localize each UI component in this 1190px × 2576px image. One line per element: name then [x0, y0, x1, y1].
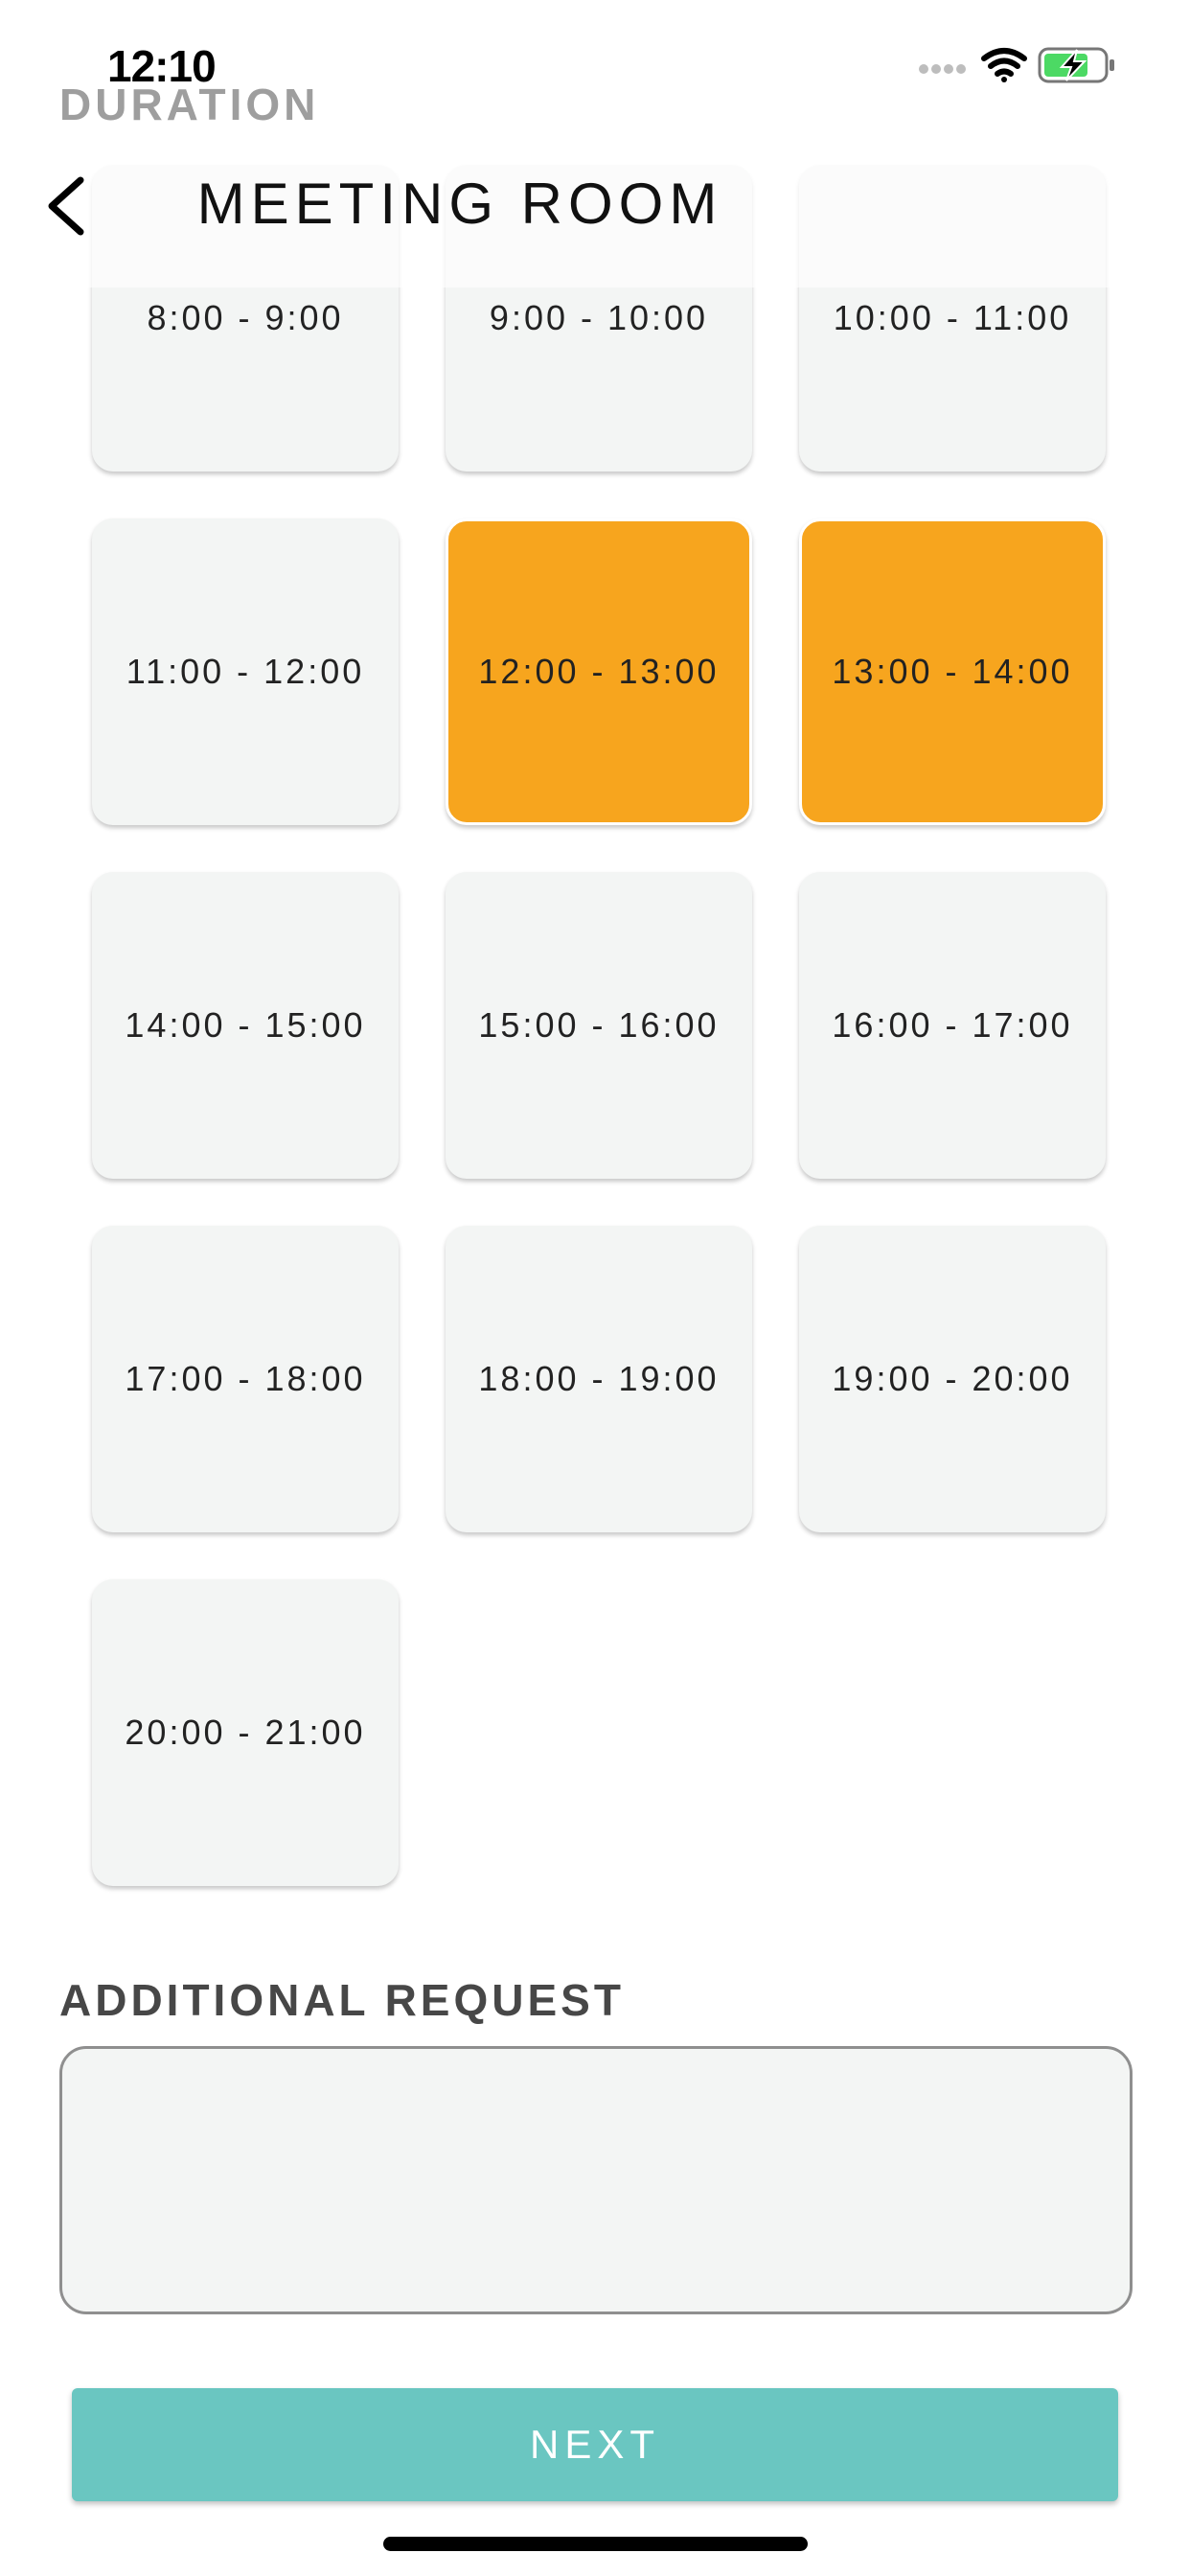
wifi-icon — [981, 48, 1027, 82]
duration-heading: DURATION — [59, 80, 320, 129]
signal-dots-icon — [919, 64, 966, 74]
page-title: MEETING ROOM — [196, 172, 723, 236]
time-slot[interactable]: 16:00 - 17:00 — [799, 872, 1106, 1179]
time-slot[interactable]: 18:00 - 19:00 — [446, 1226, 752, 1532]
battery-charging-icon — [1038, 47, 1114, 83]
additional-request-heading: ADDITIONAL REQUEST — [59, 1975, 625, 2025]
time-slot[interactable]: 17:00 - 18:00 — [92, 1226, 399, 1532]
home-indicator — [383, 2537, 808, 2551]
time-slot[interactable]: 20:00 - 21:00 — [92, 1579, 399, 1886]
status-icons — [916, 44, 1136, 86]
time-slot-grid: 8:00 - 9:00 9:00 - 10:00 10:00 - 11:00 1… — [92, 165, 1106, 1886]
time-slot[interactable]: 11:00 - 12:00 — [92, 518, 399, 825]
time-slot[interactable]: 12:00 - 13:00 — [446, 518, 752, 825]
time-slot[interactable]: 14:00 - 15:00 — [92, 872, 399, 1179]
time-slot[interactable]: 13:00 - 14:00 — [799, 518, 1106, 825]
time-slot[interactable]: 15:00 - 16:00 — [446, 872, 752, 1179]
next-button[interactable]: NEXT — [72, 2388, 1118, 2501]
additional-request-input[interactable] — [59, 2046, 1133, 2314]
time-slot[interactable]: 19:00 - 20:00 — [799, 1226, 1106, 1532]
